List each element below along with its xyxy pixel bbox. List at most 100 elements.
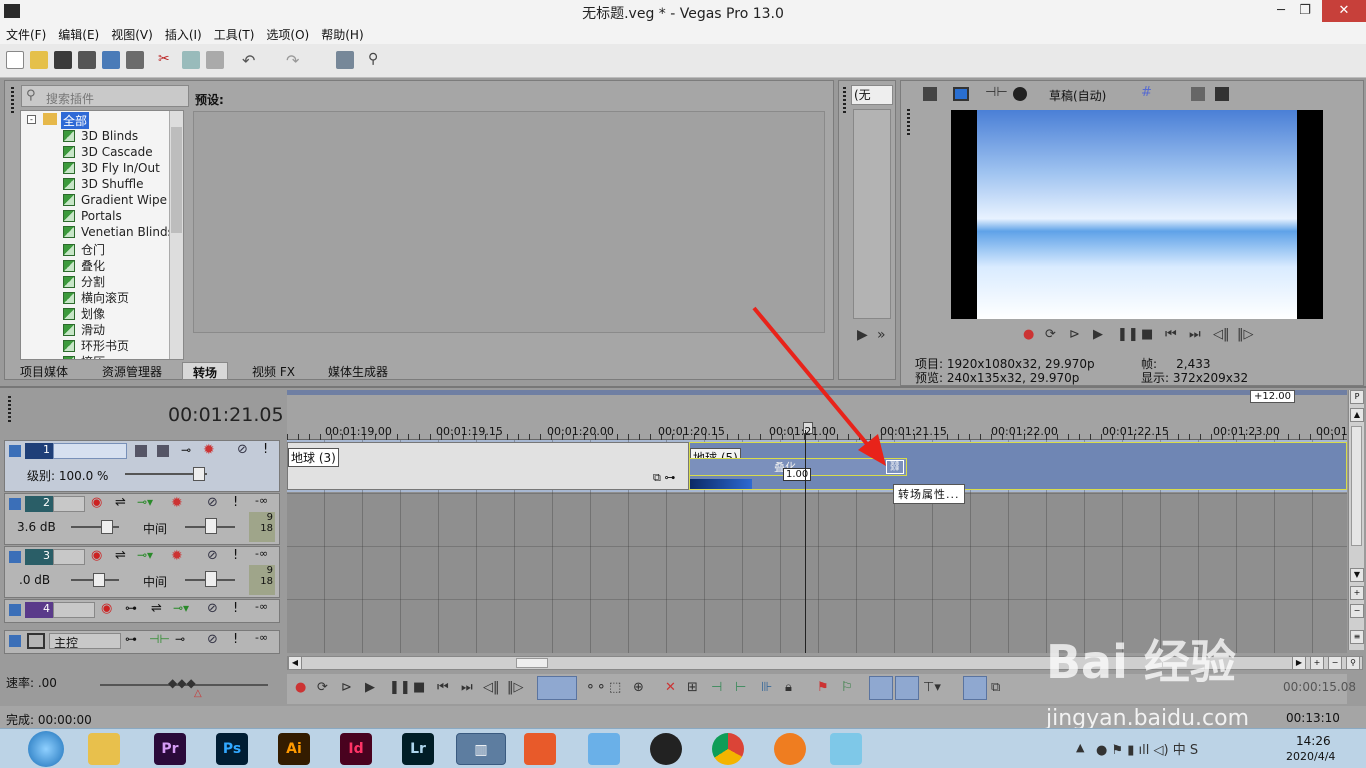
plugin-item[interactable]: 3D Fly In/Out [63,161,160,177]
zoom-out-icon[interactable]: − [1350,604,1364,618]
new-icon[interactable] [6,51,24,69]
scroll-up-icon[interactable]: ▲ [1350,408,1364,422]
tray-icons[interactable]: ● ⚑ ▮ ıll ◁) 中 S [1096,739,1198,758]
rate-slider-thumb[interactable]: ◆◆◆ [168,676,196,690]
go-end-icon[interactable]: ⏭ [461,680,473,695]
plugin-search-input[interactable]: 搜索插件 [46,90,94,107]
paste-icon[interactable] [206,51,224,69]
panel-grip[interactable] [8,396,11,424]
plugin-item[interactable]: 仓门 [63,241,105,257]
track-name-field[interactable] [53,496,85,512]
track-fx-icon[interactable]: ✹ [203,442,215,458]
trim-end-icon[interactable]: ⊢ [735,680,746,695]
overlay-icon[interactable] [1013,87,1027,101]
track-fx-icon[interactable]: ✹ [171,495,183,511]
track-header-2[interactable]: 2 ◉ ⇌ ⊸▾ ✹ ⊘ ! -∞ 3.6 dB 中间 9 18 [4,493,280,545]
explorer-icon[interactable] [88,733,120,765]
solo-icon[interactable]: ! [233,495,238,510]
tree-root[interactable]: 全部 [61,112,90,129]
split-icon[interactable]: ⊣⊢ [985,85,1008,100]
scroll-right-icon[interactable]: ▶ [1292,656,1306,670]
plugin-item[interactable]: 3D Shuffle [63,177,144,193]
scroll-thumb[interactable] [171,127,182,233]
invert-phase-icon[interactable]: ⊸ [175,632,185,646]
mute-icon[interactable]: ⊘ [237,442,248,457]
composite-icon[interactable] [135,445,147,457]
plugin-item[interactable]: 滑动 [63,321,105,337]
trim-start-icon[interactable]: ⊣ [711,680,722,695]
pan-slider-thumb[interactable] [205,518,217,534]
close-button[interactable]: ✕ [1322,0,1366,22]
plugin-search[interactable]: ⚲ 搜索插件 [21,85,189,107]
lightroom-icon[interactable]: Lr [402,733,434,765]
trim-icon[interactable]: ⊞ [687,680,698,695]
paint-icon[interactable] [588,733,620,765]
illustrator-icon[interactable]: Ai [278,733,310,765]
save-icon[interactable] [54,51,72,69]
delete-icon[interactable]: ✕ [665,680,676,695]
menu-file[interactable]: 文件(F) [0,24,52,45]
track-name-field[interactable] [53,443,127,459]
plugin-item[interactable]: 叠化 [63,257,105,273]
solo-icon[interactable]: ! [263,442,268,457]
tab-media-generators[interactable]: 媒体生成器 [318,362,398,380]
redo-icon[interactable]: ↷ [286,51,304,70]
zoom-tool-icon[interactable]: ⚲ [1346,656,1360,670]
zoom-in-icon[interactable]: + [1310,656,1324,670]
pause-icon[interactable]: ❚❚ [389,680,411,695]
plugin-tree[interactable]: - 全部 3D Blinds 3D Cascade 3D Fly In/Out … [20,110,184,360]
plugin-scrollbar[interactable] [169,111,183,359]
marker-icon[interactable]: ⚑ [817,680,829,695]
save-as-icon[interactable] [78,51,96,69]
invert-phase-icon[interactable]: ⇌ [115,495,126,510]
scroll-left-icon[interactable]: ◀ [288,656,302,670]
play-icon[interactable]: ▶ [365,680,375,695]
play-icon[interactable]: ▶ [1093,327,1103,342]
plugin-item[interactable]: 分割 [63,273,105,289]
preview-quality[interactable]: 草稿(自动) [1049,87,1106,104]
track-expand-icon[interactable] [9,604,21,616]
mute-icon[interactable]: ⊘ [207,495,218,510]
marker-icon[interactable]: P [1350,390,1364,404]
midi-icon[interactable]: ⊶ [125,601,137,615]
volume-slider-thumb[interactable] [93,573,105,587]
menu-tools[interactable]: 工具(T) [208,24,261,45]
tab-explorer[interactable]: 资源管理器 [92,362,172,380]
panel-grip[interactable] [11,87,14,115]
zoom-tool-icon[interactable]: ⊕ [633,680,644,695]
crop-icon[interactable]: ⧉ ⊶ [653,471,675,485]
ripple-icon[interactable]: ⊤▾ [923,680,941,695]
mute-icon[interactable]: ⊘ [207,632,218,647]
scroll-thumb[interactable] [1351,426,1362,546]
track-header-3[interactable]: 3 ◉ ⇌ ⊸▾ ✹ ⊘ ! -∞ .0 dB 中间 9 18 [4,546,280,598]
track-expand-icon[interactable] [9,551,21,563]
menu-help[interactable]: 帮助(H) [315,24,369,45]
scroll-down-icon[interactable]: ▼ [1350,568,1364,582]
collapse-icon[interactable]: - [27,115,36,124]
app-icon[interactable] [830,733,862,765]
go-end-icon[interactable]: ⏭ [1189,327,1201,342]
track-expand-icon[interactable] [9,445,21,457]
plugin-item[interactable]: 3D Cascade [63,145,153,161]
plugin-item[interactable]: Portals [63,209,122,225]
fx-chain-icon[interactable]: ⊸▾ [137,495,153,509]
prev-frame-icon[interactable]: ◁‖ [483,680,500,695]
mute-icon[interactable]: ⊘ [207,601,218,616]
vegas-icon[interactable]: ▥ [456,733,506,765]
monitor-icon[interactable] [953,87,969,101]
preset-area[interactable] [193,111,825,333]
level-slider-thumb[interactable] [193,467,205,481]
track-fx-icon[interactable]: ✹ [171,548,183,564]
next-frame-icon[interactable]: ‖▷ [507,680,524,695]
invert-phase-icon[interactable]: ⇌ [115,548,126,563]
lock-envelopes-icon[interactable] [963,676,987,700]
plugin-item[interactable]: 划像 [63,305,105,321]
track-name-field[interactable] [53,549,85,565]
plugin-item[interactable]: 挤压 [63,353,105,359]
qq-icon[interactable] [650,733,682,765]
plugin-item[interactable]: Gradient Wipe [63,193,167,209]
menu-edit[interactable]: 编辑(E) [52,24,105,45]
panel-grip[interactable] [843,87,846,115]
scroll-thumb[interactable] [516,658,548,668]
solo-icon[interactable]: ! [233,548,238,563]
